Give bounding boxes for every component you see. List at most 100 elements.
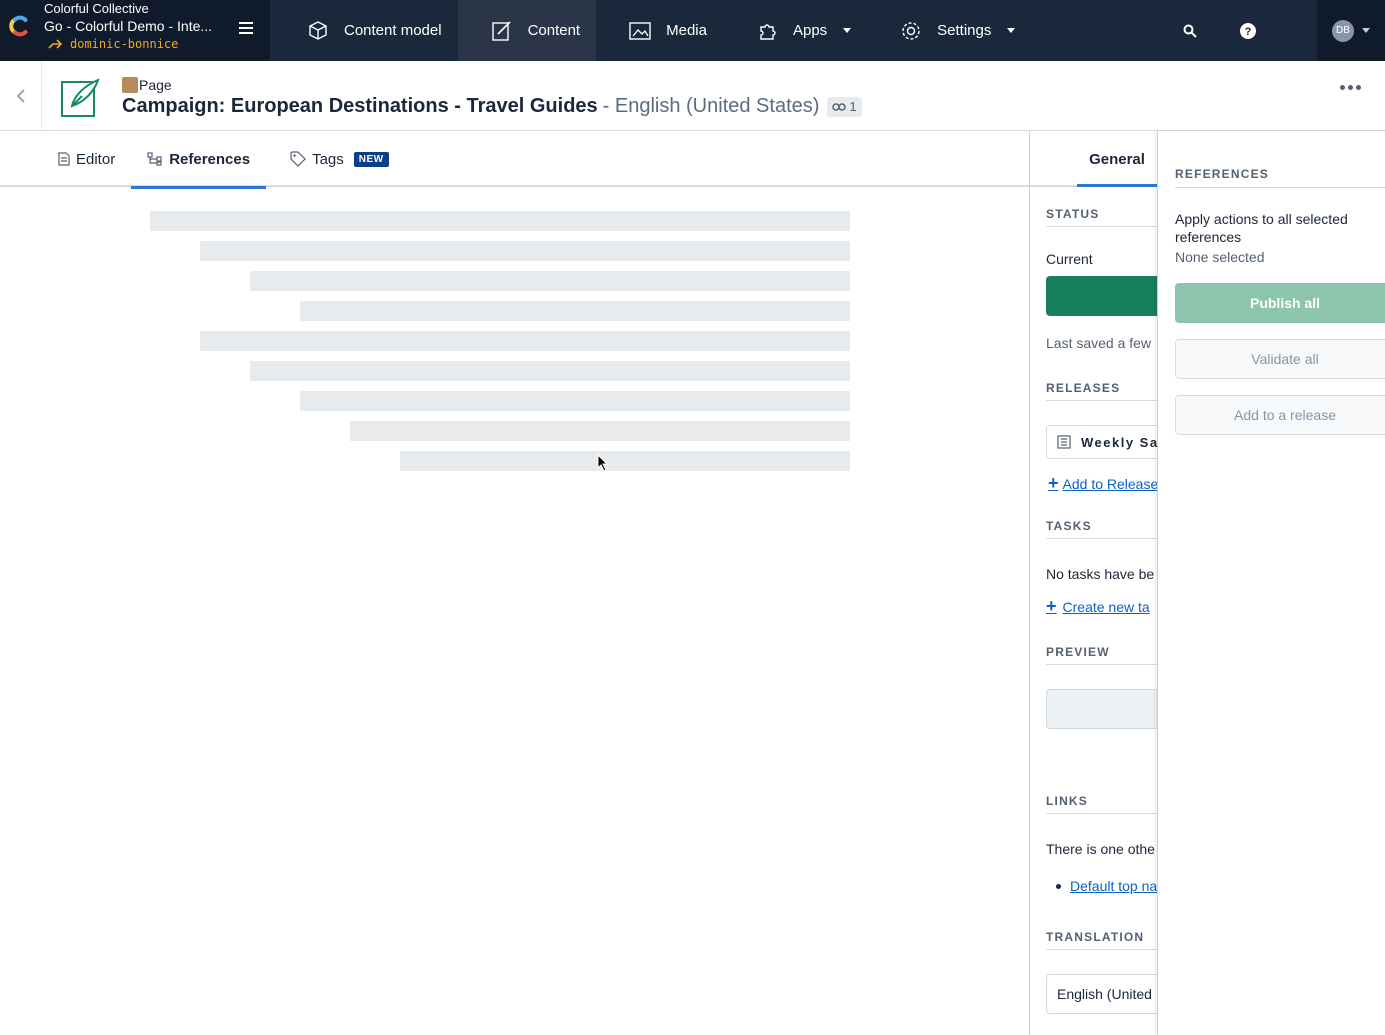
branch-icon <box>48 39 62 49</box>
entry-header: Page Campaign: European Destinations - T… <box>0 61 1385 131</box>
avatar: DB <box>1332 19 1354 42</box>
last-saved-text: Last saved a few <box>1046 335 1152 351</box>
skeleton-line <box>250 271 850 291</box>
gear-icon <box>902 21 920 40</box>
mouse-cursor-icon <box>597 454 609 472</box>
dot-icon <box>1356 85 1361 90</box>
references-icon <box>147 152 162 166</box>
nav-label: Media <box>666 22 707 39</box>
create-task-link[interactable]: + Create new ta <box>1046 596 1150 617</box>
tag-icon <box>290 151 306 167</box>
nav-label: Settings <box>937 22 992 39</box>
nav-media[interactable]: Media <box>596 0 723 61</box>
add-to-release-link[interactable]: + Add to Release <box>1048 473 1158 494</box>
nav-label: Content model <box>344 22 442 39</box>
tab-references[interactable]: References <box>131 131 266 189</box>
more-actions-button[interactable] <box>1340 85 1361 90</box>
new-badge: NEW <box>353 151 389 167</box>
create-task-label: Create new ta <box>1062 598 1150 615</box>
document-icon <box>58 152 70 166</box>
search-icon <box>1183 24 1197 38</box>
media-icon <box>629 21 651 40</box>
skeleton-line <box>300 301 850 321</box>
tab-tags[interactable]: Tags NEW <box>274 131 405 187</box>
entry-icon <box>61 78 100 117</box>
apps-icon <box>760 23 776 40</box>
translation-select[interactable]: English (United <box>1046 974 1159 1014</box>
tab-editor[interactable]: Editor <box>42 131 131 187</box>
incoming-links-badge[interactable]: 1 <box>827 96 862 117</box>
top-navigation-bar: Colorful Collective Go - Colorful Demo -… <box>0 0 1385 61</box>
plus-icon: + <box>1048 473 1059 493</box>
svg-text:?: ? <box>1245 26 1252 38</box>
nav-label: Content <box>527 22 581 39</box>
main-navigation: Content model Content Media Apps Setting… <box>274 0 1031 61</box>
entry-locale: - English (United States) <box>602 95 820 117</box>
skeleton-line <box>300 391 850 411</box>
release-icon <box>1057 435 1071 449</box>
contentful-logo-icon <box>9 15 28 37</box>
tab-label: References <box>169 150 251 168</box>
entry-title: Campaign: European Destinations - Travel… <box>122 95 598 117</box>
publish-all-button[interactable]: Publish all <box>1175 283 1385 323</box>
account-menu[interactable]: DB <box>1317 0 1385 61</box>
chevron-down-icon <box>843 28 852 33</box>
preview-heading: PREVIEW <box>1046 645 1159 665</box>
tab-label: Editor <box>76 150 116 168</box>
open-preview-button[interactable] <box>1046 689 1159 729</box>
current-status-label: Current <box>1046 251 1093 267</box>
search-button[interactable] <box>1161 0 1219 61</box>
plus-icon: + <box>1046 596 1057 616</box>
nav-content[interactable]: Content <box>457 0 597 61</box>
linked-entry-link[interactable]: Default top na <box>1070 878 1157 894</box>
space-switcher[interactable]: Colorful Collective Go - Colorful Demo -… <box>0 0 270 61</box>
chevron-down-icon <box>1007 28 1016 33</box>
space-name: Go - Colorful Demo - Inte... <box>44 18 213 34</box>
add-to-release-button[interactable]: Add to a release <box>1175 395 1385 435</box>
tab-general[interactable]: General <box>1077 131 1157 187</box>
skeleton-line <box>250 361 850 381</box>
content-model-icon <box>309 20 327 40</box>
tasks-heading: TASKS <box>1046 519 1159 539</box>
release-name: Weekly Sa <box>1081 434 1159 450</box>
bullet-icon <box>1056 884 1061 889</box>
content-icon <box>491 20 511 41</box>
link-icon <box>832 102 847 111</box>
nav-apps[interactable]: Apps <box>723 0 867 61</box>
environment-name: dominic-bonnice <box>70 37 179 51</box>
nav-label: Apps <box>792 22 828 39</box>
links-text: There is one othe <box>1046 841 1155 857</box>
organization-name: Colorful Collective <box>44 1 149 16</box>
skeleton-line <box>200 241 850 261</box>
hamburger-menu-icon[interactable] <box>236 18 256 38</box>
status-heading: STATUS <box>1046 207 1159 227</box>
help-button[interactable]: ? <box>1219 0 1277 61</box>
entry-title-row: Campaign: European Destinations - Travel… <box>122 95 862 118</box>
skeleton-line <box>150 211 850 231</box>
skeleton-line <box>400 451 850 471</box>
back-button[interactable] <box>0 61 42 131</box>
chevron-left-icon <box>16 89 25 103</box>
skeleton-line <box>200 331 850 351</box>
skeleton-line <box>350 421 850 441</box>
no-tasks-text: No tasks have be <box>1046 566 1155 582</box>
nav-settings[interactable]: Settings <box>867 0 1031 61</box>
translation-heading: TRANSLATION <box>1046 930 1159 950</box>
tab-label: Tags <box>312 150 344 168</box>
environment-label: dominic-bonnice <box>48 37 178 51</box>
references-actions-panel: REFERENCES Apply actions to all selected… <box>1157 131 1385 1035</box>
selection-status: None selected <box>1175 249 1265 265</box>
validate-all-button[interactable]: Validate all <box>1175 339 1385 379</box>
apply-actions-text: Apply actions to all selected references <box>1175 211 1348 245</box>
nav-content-model[interactable]: Content model <box>274 0 458 61</box>
releases-heading: RELEASES <box>1046 381 1159 401</box>
release-item[interactable]: Weekly Sa <box>1046 425 1159 459</box>
links-heading: LINKS <box>1046 794 1159 814</box>
help-icon: ? <box>1240 22 1256 39</box>
entry-sidebar: General STATUS Current Last saved a few … <box>1029 131 1159 1035</box>
content-type: Page <box>122 77 172 93</box>
dot-icon <box>1348 85 1353 90</box>
content-type-label: Page <box>139 77 172 93</box>
change-status-button[interactable] <box>1046 276 1159 316</box>
add-to-release-label: Add to Release <box>1062 475 1159 492</box>
